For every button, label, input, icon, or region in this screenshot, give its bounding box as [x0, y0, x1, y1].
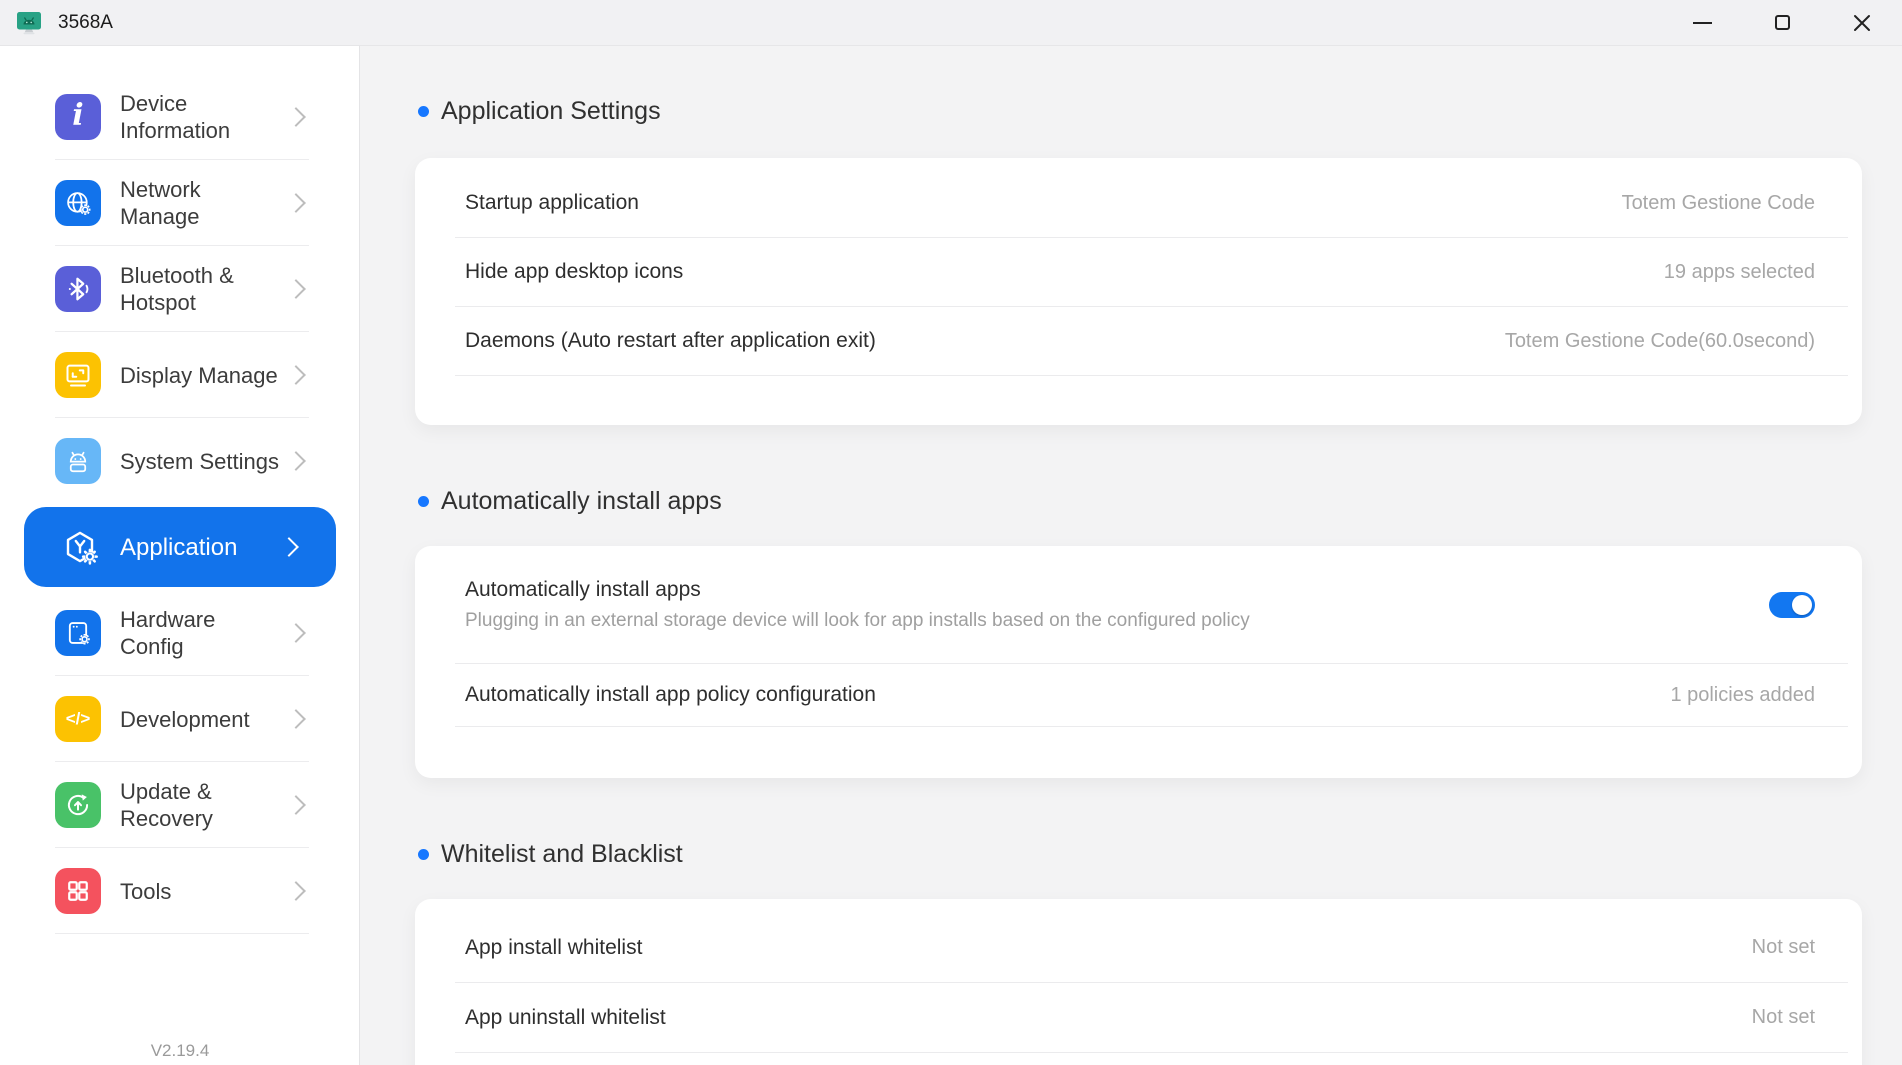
device-info-icon: i	[55, 94, 101, 140]
chevron-right-icon	[286, 365, 306, 385]
chevron-right-icon	[286, 795, 306, 815]
startup-application-row[interactable]: Startup application Totem Gestione Code	[455, 169, 1848, 238]
android-monitor-icon	[14, 8, 44, 38]
sidebar-item-label: Hardware Config	[120, 606, 280, 660]
sidebar-item-label: Tools	[120, 878, 280, 905]
sidebar-item-network-manage[interactable]: Network Manage	[0, 160, 359, 246]
window-title: 3568A	[58, 12, 113, 34]
chevron-right-icon	[286, 623, 306, 643]
system-settings-icon	[55, 438, 101, 484]
sidebar-item-label: Update & Recovery	[120, 778, 280, 832]
version-label: V2.19.4	[0, 1041, 360, 1061]
sidebar-item-tools[interactable]: Tools	[0, 848, 359, 934]
sidebar-item-system-settings[interactable]: System Settings	[0, 418, 359, 504]
title-bar: 3568A	[0, 0, 1902, 46]
row-label: App uninstall whitelist	[465, 1006, 666, 1030]
app-uninstall-whitelist-row[interactable]: App uninstall whitelist Not set	[455, 983, 1848, 1053]
update-recovery-icon	[55, 782, 101, 828]
bullet-icon	[418, 496, 429, 507]
window-controls	[1662, 0, 1902, 45]
row-value: Not set	[1752, 936, 1815, 959]
sidebar-item-label: Device Information	[120, 90, 280, 144]
sidebar-item-label: Network Manage	[120, 176, 280, 230]
sidebar-item-label: Bluetooth & Hotspot	[120, 262, 280, 316]
section-header-auto-install: Automatically install apps	[418, 486, 1902, 516]
section-header-application-settings: Application Settings	[418, 96, 1902, 126]
row-label: Automatically install app policy configu…	[465, 683, 876, 707]
daemons-row[interactable]: Daemons (Auto restart after application …	[455, 307, 1848, 376]
bullet-icon	[418, 106, 429, 117]
section-title: Application Settings	[441, 97, 661, 126]
minimize-button[interactable]	[1662, 0, 1742, 45]
chevron-right-icon	[286, 107, 306, 127]
row-value: Totem Gestione Code	[1622, 192, 1815, 215]
chevron-right-icon	[286, 709, 306, 729]
row-value: 1 policies added	[1670, 684, 1815, 707]
maximize-button[interactable]	[1742, 0, 1822, 45]
row-label: Daemons (Auto restart after application …	[465, 329, 876, 353]
sidebar-item-label: Development	[120, 706, 280, 733]
sidebar-item-device-information[interactable]: i Device Information	[0, 74, 359, 160]
app-install-whitelist-row[interactable]: App install whitelist Not set	[455, 913, 1848, 983]
hide-app-desktop-icons-row[interactable]: Hide app desktop icons 19 apps selected	[455, 238, 1848, 307]
chevron-right-icon	[286, 451, 306, 471]
toggle-knob	[1792, 595, 1812, 615]
sidebar-item-label: Display Manage	[120, 362, 280, 389]
maximize-icon	[1775, 15, 1790, 30]
tools-icon	[55, 868, 101, 914]
sidebar-item-bluetooth-hotspot[interactable]: Bluetooth & Hotspot	[0, 246, 359, 332]
app-window: 3568A i Device Information	[0, 0, 1902, 1065]
chevron-right-icon	[286, 279, 306, 299]
close-button[interactable]	[1822, 0, 1902, 45]
sidebar-menu: i Device Information	[0, 46, 359, 934]
row-label: Startup application	[465, 191, 639, 215]
section-title: Automatically install apps	[441, 487, 722, 516]
sidebar-item-update-recovery[interactable]: Update & Recovery	[0, 762, 359, 848]
sidebar-item-hardware-config[interactable]: Hardware Config	[0, 590, 359, 676]
row-label: Automatically install apps	[465, 578, 1250, 602]
row-sublabel: Plugging in an external storage device w…	[465, 610, 1250, 632]
sidebar-item-label: Application	[120, 534, 270, 561]
section-title: Whitelist and Blacklist	[441, 840, 683, 869]
development-icon: </>	[55, 696, 101, 742]
close-icon	[1853, 14, 1871, 32]
sidebar-item-display-manage[interactable]: Display Manage	[0, 332, 359, 418]
whitelist-blacklist-card: App install whitelist Not set App uninst…	[415, 899, 1862, 1065]
main-content: Application Settings Startup application…	[360, 46, 1902, 1065]
network-manage-icon	[55, 180, 101, 226]
sidebar-item-label: System Settings	[120, 448, 280, 475]
chevron-right-icon	[286, 193, 306, 213]
bullet-icon	[418, 849, 429, 860]
row-text-block: Automatically install apps Plugging in a…	[465, 578, 1250, 632]
row-label: App install whitelist	[465, 936, 642, 960]
row-label: Hide app desktop icons	[465, 260, 683, 284]
row-value: 19 apps selected	[1664, 261, 1815, 284]
auto-install-toggle[interactable]	[1769, 592, 1815, 618]
auto-install-policy-row[interactable]: Automatically install app policy configu…	[455, 664, 1848, 727]
auto-install-card: Automatically install apps Plugging in a…	[415, 546, 1862, 778]
application-settings-card: Startup application Totem Gestione Code …	[415, 158, 1862, 425]
display-icon	[55, 352, 101, 398]
sidebar-item-application[interactable]: Application	[24, 507, 336, 587]
chevron-right-icon	[279, 537, 299, 557]
auto-install-toggle-row[interactable]: Automatically install apps Plugging in a…	[455, 546, 1848, 664]
minimize-icon	[1693, 22, 1712, 24]
chevron-right-icon	[286, 881, 306, 901]
section-header-whitelist-blacklist: Whitelist and Blacklist	[418, 839, 1902, 869]
application-icon	[62, 529, 98, 565]
hardware-config-icon	[55, 610, 101, 656]
row-value: Totem Gestione Code(60.0second)	[1505, 330, 1815, 353]
sidebar: i Device Information	[0, 46, 360, 1065]
sidebar-item-development[interactable]: </> Development	[0, 676, 359, 762]
bluetooth-icon	[55, 266, 101, 312]
row-value: Not set	[1752, 1006, 1815, 1029]
